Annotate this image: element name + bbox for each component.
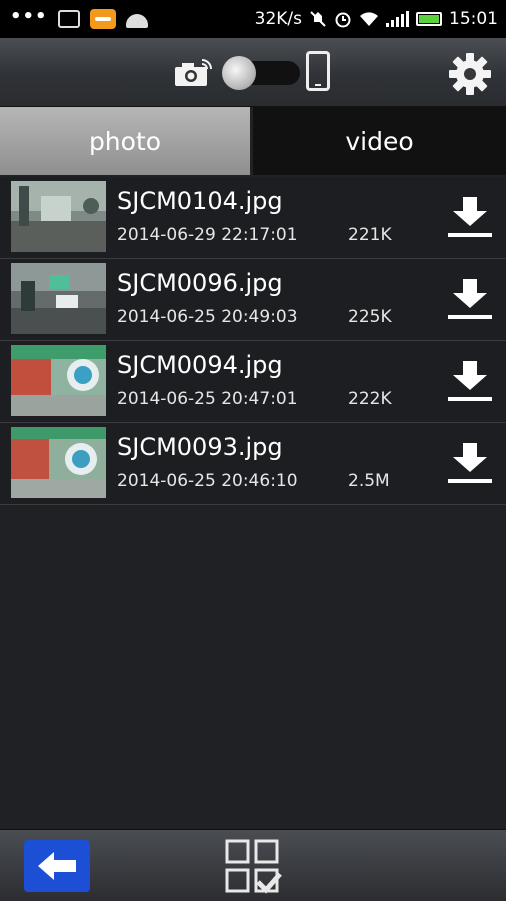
photo-thumbnail[interactable] — [11, 345, 106, 416]
image-notification-icon — [57, 10, 80, 28]
list-item[interactable]: SJCM0104.jpg 2014-06-29 22:17:01 221K — [0, 177, 506, 259]
download-icon[interactable] — [446, 277, 494, 321]
download-icon[interactable] — [446, 359, 494, 403]
download-icon[interactable] — [446, 195, 494, 239]
clock: 15:01 — [449, 9, 498, 29]
system-indicators: 32K/s 15:01 — [255, 9, 506, 29]
back-button[interactable] — [24, 840, 90, 892]
camera-phone-toggle[interactable] — [222, 56, 302, 90]
wifi-icon — [360, 12, 378, 26]
arrow-left-icon — [38, 852, 76, 880]
camera-wifi-icon[interactable] — [174, 59, 212, 87]
file-name: SJCM0094.jpg — [117, 351, 283, 379]
photo-thumbnail[interactable] — [11, 181, 106, 252]
list-item[interactable]: SJCM0093.jpg 2014-06-25 20:46:10 2.5M — [0, 423, 506, 505]
file-size: 2.5M — [348, 471, 390, 491]
file-size: 221K — [348, 225, 392, 245]
file-name: SJCM0104.jpg — [117, 187, 283, 215]
notification-icons: ••• — [0, 5, 148, 29]
tab-video[interactable]: video — [253, 107, 506, 175]
list-item[interactable]: SJCM0094.jpg 2014-06-25 20:47:01 222K — [0, 341, 506, 423]
file-date: 2014-06-25 20:49:03 — [117, 307, 298, 327]
file-date: 2014-06-29 22:17:01 — [117, 225, 298, 245]
file-name: SJCM0096.jpg — [117, 269, 283, 297]
grid-select-icon[interactable] — [224, 838, 284, 896]
file-date: 2014-06-25 20:46:10 — [117, 471, 298, 491]
download-icon[interactable] — [446, 441, 494, 485]
file-date: 2014-06-25 20:47:01 — [117, 389, 298, 409]
mute-icon — [310, 11, 326, 27]
top-toolbar — [0, 38, 506, 107]
photo-thumbnail[interactable] — [11, 427, 106, 498]
alarm-icon — [335, 12, 351, 28]
list-item[interactable]: SJCM0096.jpg 2014-06-25 20:49:03 225K — [0, 259, 506, 341]
photo-thumbnail[interactable] — [11, 263, 106, 334]
bottom-bar — [0, 829, 506, 901]
status-bar: ••• 32K/s 15:01 — [0, 0, 506, 38]
android-icon — [125, 14, 148, 28]
media-tabs: photo video — [0, 107, 506, 175]
ellipsis-icon: ••• — [10, 5, 48, 27]
phone-icon[interactable] — [306, 51, 330, 91]
battery-icon — [416, 12, 442, 26]
toggle-knob[interactable] — [222, 56, 256, 90]
network-speed: 32K/s — [254, 9, 302, 29]
file-name: SJCM0093.jpg — [117, 433, 283, 461]
file-list: SJCM0104.jpg 2014-06-29 22:17:01 221K SJ… — [0, 177, 506, 505]
signal-icon — [386, 11, 409, 27]
gear-icon[interactable] — [448, 52, 492, 96]
game-notification-icon — [89, 9, 116, 29]
file-size: 225K — [348, 307, 392, 327]
tab-photo[interactable]: photo — [0, 107, 253, 175]
file-size: 222K — [348, 389, 392, 409]
